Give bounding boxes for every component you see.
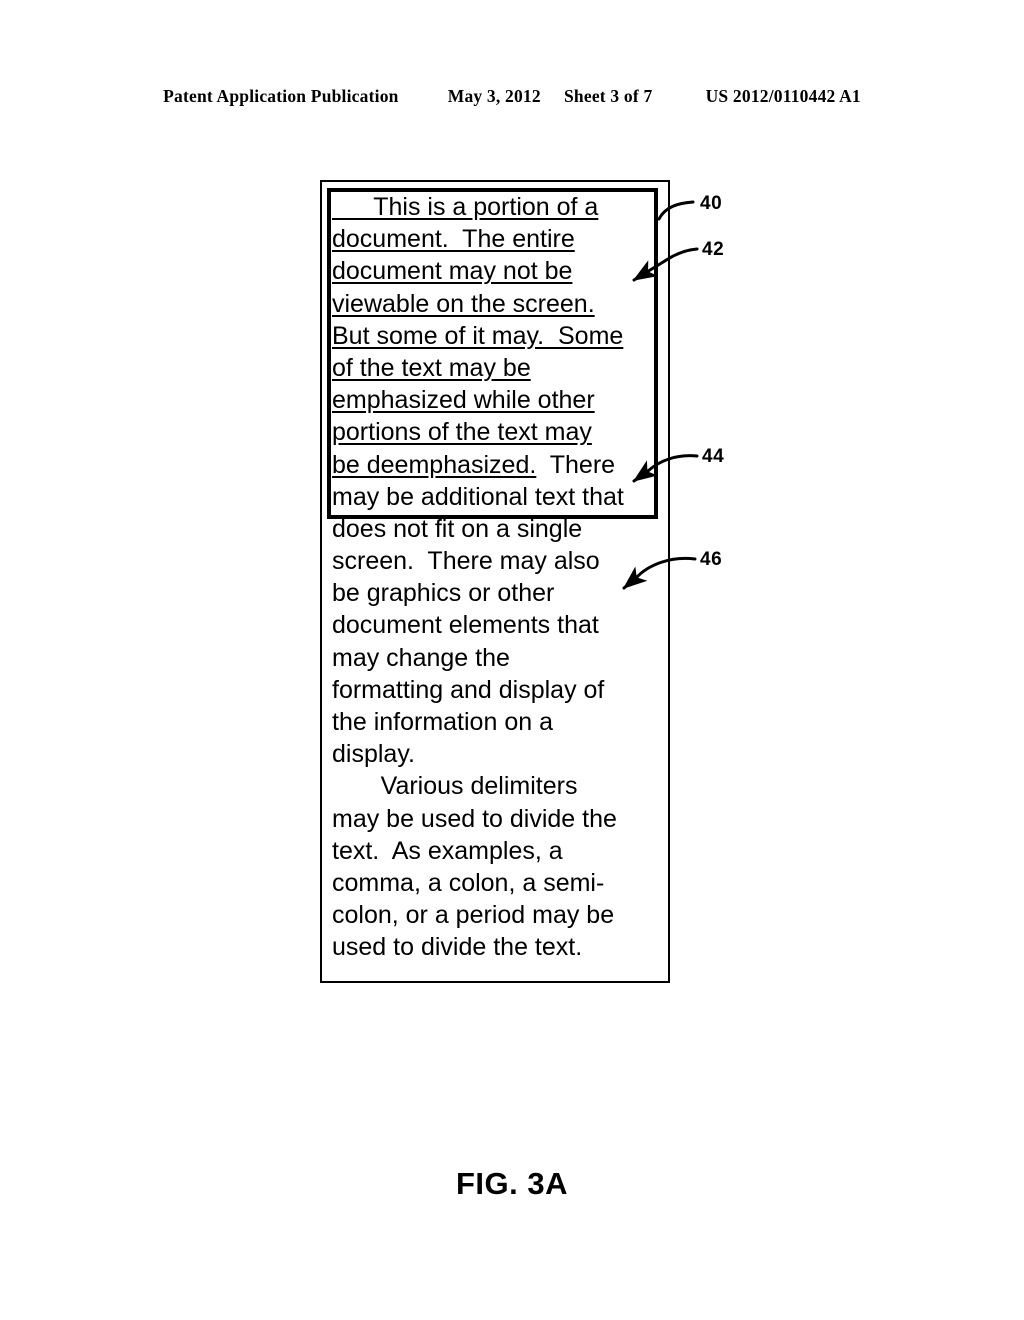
reference-numeral-40: 40 — [700, 193, 723, 214]
document-text-line: comma, a colon, a semi- — [332, 868, 605, 897]
reference-numeral-44: 44 — [702, 446, 725, 467]
document-text-line: may change the — [332, 643, 510, 672]
document-text-line: portions of the text may — [332, 418, 592, 447]
document-text-line: viewable on the screen. — [332, 289, 595, 318]
document-text-line: But some of it may. Some — [332, 321, 624, 350]
document-text-line: screen. There may also — [332, 547, 600, 576]
document-text-line: Various delimiters — [332, 772, 578, 801]
document-text-line: may be additional text that — [332, 482, 624, 511]
document-text-line: display. — [332, 740, 415, 769]
document-text-line: of the text may be — [332, 353, 531, 382]
document-text-line: text. As examples, a — [332, 836, 563, 865]
document-text-line: may be used to divide the — [332, 804, 617, 833]
document-text-line: This is a portion of a — [332, 193, 599, 221]
document-text-segment: be deemphasized. — [332, 450, 537, 479]
figure-3a: This is a portion of a document. The enti… — [0, 0, 1024, 1320]
document-text-line: document may not be — [332, 257, 573, 286]
reference-numeral-46: 46 — [700, 549, 723, 570]
document-text-line: formatting and display of — [332, 675, 605, 704]
document-text-line: be deemphasized. There — [332, 449, 662, 481]
document-text-line: used to divide the text. — [332, 933, 583, 962]
document-text-line: colon, or a period may be — [332, 901, 615, 930]
document-text-block: This is a portion of a document. The enti… — [332, 191, 662, 964]
document-text-line: document. The entire — [332, 225, 575, 254]
document-text-line: emphasized while other — [332, 386, 595, 415]
document-text-line: document elements that — [332, 611, 599, 640]
document-text-line: be graphics or other — [332, 579, 555, 608]
document-text-line: does not fit on a single — [332, 514, 583, 543]
reference-numeral-42: 42 — [702, 239, 725, 260]
document-text-segment: There — [536, 450, 616, 479]
figure-caption: FIG. 3A — [455, 1166, 568, 1201]
document-text-line: the information on a — [332, 708, 553, 736]
